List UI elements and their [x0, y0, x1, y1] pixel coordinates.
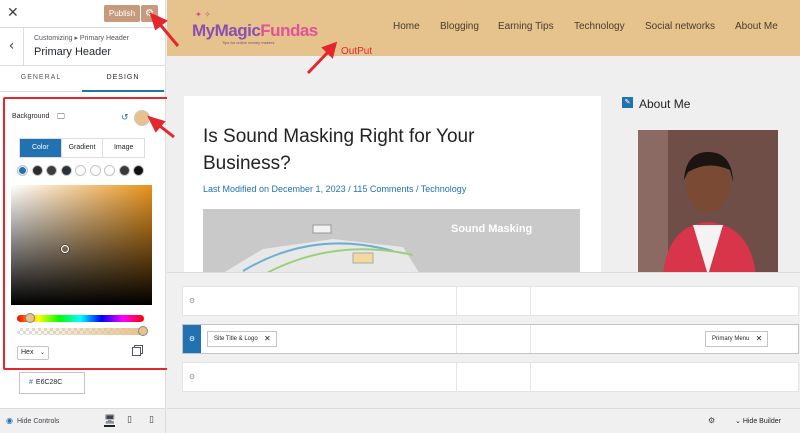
- nav-social-networks[interactable]: Social networks: [645, 21, 715, 32]
- header-builder: ⚙ ⚙ Site Title & Logo ✕ Primary Menu ✕ ⚙: [167, 272, 800, 408]
- tab-general[interactable]: GENERAL: [0, 66, 82, 92]
- site-logo[interactable]: MyMagicFundas: [192, 21, 318, 41]
- builder-row-bottom[interactable]: ⚙: [182, 362, 799, 392]
- customizer-topbar: ✕ Publish ⚙: [0, 0, 165, 28]
- hide-builder-button[interactable]: ⌄ Hide Builder: [735, 417, 781, 425]
- close-icon[interactable]: ✕: [7, 5, 19, 21]
- author-photo: [638, 130, 778, 275]
- row-settings-gear-icon[interactable]: ⚙: [183, 325, 201, 353]
- hide-controls-button[interactable]: ◉ Hide Controls: [6, 416, 59, 425]
- background-control-highlight: [3, 97, 169, 370]
- hex-color-field[interactable]: # E6C28C: [19, 372, 85, 394]
- builder-cell[interactable]: [456, 363, 530, 391]
- post-meta[interactable]: Last Modified on December 1, 2023 / 115 …: [203, 184, 466, 194]
- row-settings-gear-icon[interactable]: ⚙: [183, 287, 201, 315]
- desktop-preview-icon[interactable]: 🖥: [104, 415, 116, 427]
- preview-footer: ⚙ ⌄ Hide Builder: [167, 408, 800, 433]
- sidebar-heading: About Me: [639, 97, 691, 111]
- builder-row-main[interactable]: ⚙ Site Title & Logo ✕ Primary Menu ✕: [182, 324, 799, 354]
- collapse-icon: ◉: [6, 416, 13, 425]
- builder-settings-gear-icon[interactable]: ⚙: [708, 416, 715, 425]
- sidebar-footer: ◉ Hide Controls 🖥 ▯ ▯: [0, 408, 165, 433]
- builder-cell[interactable]: [530, 287, 800, 315]
- nav-earning-tips[interactable]: Earning Tips: [498, 21, 554, 32]
- breadcrumb: Customizing ▸ Primary Header: [34, 35, 129, 42]
- mobile-preview-icon[interactable]: ▯: [149, 415, 154, 425]
- hash-symbol: #: [29, 379, 33, 386]
- remove-icon[interactable]: ✕: [756, 332, 763, 346]
- site-title-logo-chip[interactable]: Site Title & Logo ✕: [207, 331, 277, 347]
- tablet-preview-icon[interactable]: ▯: [127, 415, 132, 425]
- featured-image[interactable]: Sound Masking: [203, 209, 580, 279]
- chip-label: Primary Menu: [712, 336, 750, 342]
- nav-about-me[interactable]: About Me: [735, 21, 778, 32]
- chevron-down-icon: ⌄: [735, 418, 743, 425]
- publish-button[interactable]: Publish: [104, 5, 140, 22]
- post-card: Is Sound Masking Right for Your Business…: [184, 96, 601, 279]
- logo-tagline: Tips for online money makers: [222, 40, 275, 45]
- logo-stars-icon: ✦ ✧: [195, 10, 211, 19]
- nav-technology[interactable]: Technology: [574, 21, 625, 32]
- section-tabs: GENERAL DESIGN: [0, 66, 165, 92]
- primary-header: ✦ ✧ MyMagicFundas Tips for online money …: [167, 0, 800, 56]
- remove-icon[interactable]: ✕: [264, 332, 271, 346]
- featured-image-art: [203, 209, 580, 279]
- logo-part-1: MyMagic: [192, 21, 261, 40]
- output-annotation: OutPut: [341, 46, 373, 57]
- chip-label: Site Title & Logo: [214, 336, 258, 342]
- author-photo-art: [638, 130, 778, 275]
- hide-controls-label: Hide Controls: [16, 418, 60, 425]
- publish-settings-gear-icon[interactable]: ⚙: [141, 5, 158, 22]
- hex-value: E6C28C: [35, 379, 63, 386]
- section-title: Primary Header: [34, 46, 112, 58]
- row-settings-gear-icon[interactable]: ⚙: [183, 363, 201, 391]
- builder-cell[interactable]: [530, 363, 800, 391]
- section-header: ‹ Customizing ▸ Primary Header Primary H…: [0, 28, 165, 66]
- site-preview: ✦ ✧ MyMagicFundas Tips for online money …: [167, 0, 800, 433]
- nav-home[interactable]: Home: [393, 21, 420, 32]
- nav-blogging[interactable]: Blogging: [440, 21, 479, 32]
- edit-pencil-icon[interactable]: ✎: [622, 97, 633, 108]
- primary-menu-chip[interactable]: Primary Menu ✕: [705, 331, 769, 347]
- back-arrow-icon[interactable]: ‹: [0, 28, 24, 66]
- post-title[interactable]: Is Sound Masking Right for Your Business…: [203, 123, 563, 177]
- logo-part-2: Fundas: [260, 21, 318, 40]
- builder-cell[interactable]: [456, 287, 530, 315]
- hide-builder-label: Hide Builder: [742, 418, 781, 425]
- builder-row-top[interactable]: ⚙: [182, 286, 799, 316]
- tab-design[interactable]: DESIGN: [82, 66, 164, 92]
- builder-cell[interactable]: [456, 325, 530, 353]
- featured-image-caption: Sound Masking: [451, 223, 533, 235]
